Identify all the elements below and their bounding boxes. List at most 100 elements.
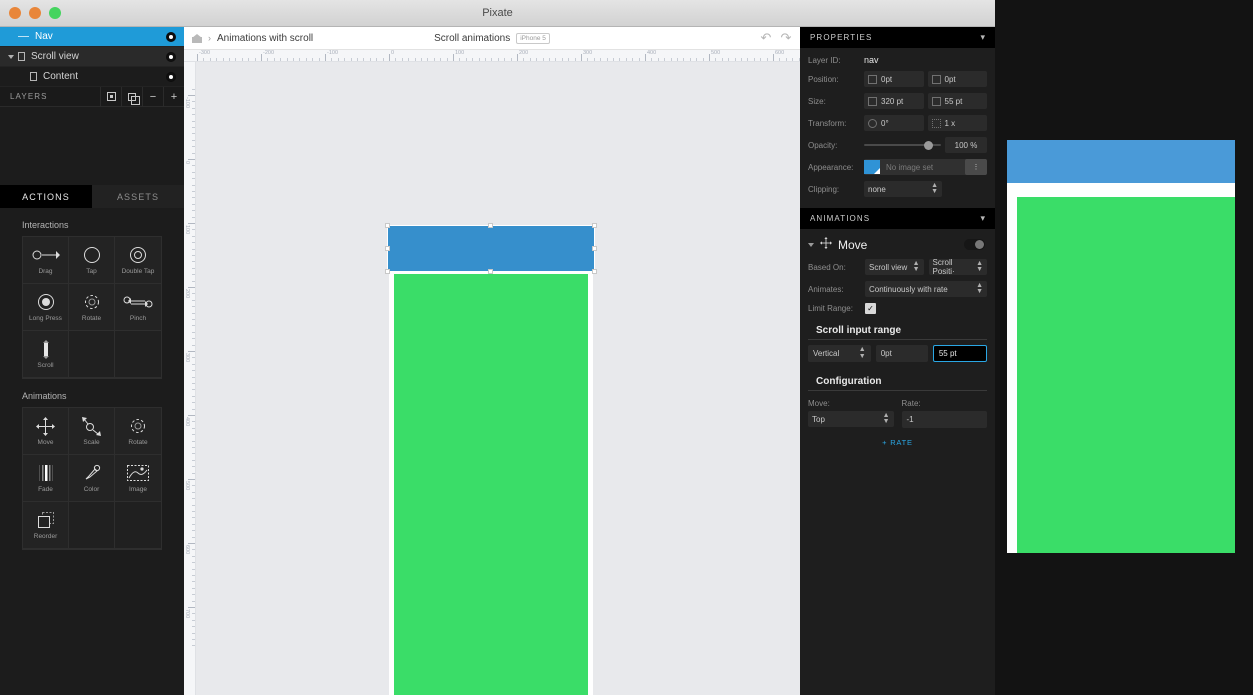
layer-row-scroll-view[interactable]: Scroll view [0,47,184,67]
opacity-slider[interactable] [864,137,941,153]
layer-visibility-toggle[interactable] [166,31,176,42]
ruler-tick [478,58,480,61]
ruler-tick [472,58,474,61]
position-x-field[interactable]: 0pt [864,71,924,87]
animations-header[interactable]: ANIMATIONS ▾ [800,208,995,229]
slider-knob[interactable] [924,140,933,150]
tab-assets[interactable]: ASSETS [92,185,184,208]
transform-scale-field[interactable]: 1 x [927,115,987,131]
redo-icon[interactable]: ↷ [778,30,794,46]
resize-handle-mr[interactable] [592,245,597,251]
animation-scale[interactable]: Scale [69,408,115,455]
layer-visibility-toggle[interactable] [166,51,176,62]
position-label: Position: [808,74,839,84]
interaction-long-press[interactable]: Long Press [23,284,69,331]
interaction-pinch[interactable]: Pinch [115,284,161,331]
add-layer-button[interactable]: + [163,86,184,107]
chevron-down-icon[interactable]: ▾ [980,213,985,224]
ruler-tick [241,58,243,61]
properties-header[interactable]: PROPERTIES ▾ [800,27,995,48]
move-config-label: Move: [808,399,830,408]
layer-row-content[interactable]: Content [0,67,184,87]
animations-title: ANIMATIONS [810,214,871,223]
move-icon [820,237,832,252]
ruler-tick [192,101,195,103]
resize-handle-br[interactable] [592,269,597,274]
resize-handle-ml[interactable] [385,245,390,251]
add-rate-button[interactable]: + RATE [800,431,995,454]
animation-color[interactable]: Color [69,455,115,502]
chevron-down-icon[interactable] [8,54,14,59]
animation-rotate[interactable]: Rotate [115,408,161,455]
resize-handle-bc[interactable] [488,269,493,274]
preview-panel [995,0,1253,695]
ruler-tick [248,58,250,61]
size-height-field[interactable]: 55 pt [927,93,987,109]
size-width-field[interactable]: 320 pt [864,93,924,109]
remove-layer-button[interactable]: − [142,86,163,107]
ruler-tick [192,498,195,500]
chevron-down-icon[interactable]: ▾ [980,32,985,43]
transform-row: Transform: 0° 1 x [800,112,995,134]
size-label: Size: [808,96,826,106]
nav-layer-rect-selected[interactable] [385,223,597,274]
animation-fade[interactable]: Fade [23,455,69,502]
resize-handle-tr[interactable] [592,223,597,228]
interaction-drag[interactable]: Drag [23,237,69,284]
range-to-field[interactable]: 55 pt [932,345,987,362]
animation-image[interactable]: Image [115,455,161,502]
canvas-stage[interactable] [196,62,800,695]
ruler-tick [192,216,195,218]
preview-content [1017,197,1235,553]
based-on-source-select[interactable]: Scroll view ▲ ▼ [865,259,924,275]
animation-move[interactable]: Move [23,408,69,455]
animation-reorder[interactable]: Reorder [23,502,69,549]
rate-field[interactable]: -1 [901,411,987,428]
interaction-label: Long Press [29,314,62,322]
interaction-rotate[interactable]: Rotate [69,284,115,331]
clipping-select[interactable]: none ▲ ▼ [864,181,942,197]
limit-range-checkbox[interactable]: ✓ [865,303,876,314]
layer-row-nav[interactable]: Nav [0,27,184,47]
ruler-tick [192,459,195,461]
animation-enabled-toggle[interactable] [964,239,985,250]
move-direction-select[interactable]: Top ▲ ▼ [808,411,894,427]
resize-handle-bl[interactable] [385,269,390,274]
layer-id-value[interactable]: nav [864,55,879,65]
tab-actions[interactable]: ACTIONS [0,185,92,208]
ruler-tick [192,581,195,583]
ruler-label: 400 [184,417,190,427]
layer-visibility-toggle[interactable] [166,71,176,82]
resize-handle-tl[interactable] [385,223,390,228]
interaction-tap[interactable]: Tap [69,237,115,284]
interaction-scroll[interactable]: Scroll [23,331,69,378]
duplicate-button[interactable] [121,86,142,107]
content-layer-rect[interactable] [394,274,588,695]
ruler-tick [192,575,195,576]
appearance-field[interactable]: No image set ⋮ [864,159,987,175]
undo-icon[interactable]: ↶ [758,30,774,46]
ruler-tick [792,58,794,61]
transform-scale-value: 1 x [944,118,956,128]
range-axis-select[interactable]: Vertical ▲ ▼ [808,345,871,362]
ruler-tick [638,58,640,61]
animates-select[interactable]: Continuously with rate ▲ ▼ [865,281,987,297]
resize-handle-tc[interactable] [488,223,493,228]
ruler-tick [728,58,730,61]
chevron-down-icon[interactable] [808,242,814,247]
ruler-tick [344,58,346,61]
interaction-double-tap[interactable]: Double Tap [115,237,161,284]
based-on-property-select[interactable]: Scroll Positi· ▲ ▼ [928,258,987,276]
color-swatch[interactable] [864,160,880,174]
position-y-field[interactable]: 0pt [927,71,987,87]
group-button[interactable] [100,86,121,107]
choose-image-button[interactable]: ⋮ [965,159,987,175]
range-from-field[interactable]: 0pt [875,345,928,362]
device-tag[interactable]: iPhone 5 [516,32,550,44]
group-icon [106,92,116,101]
opacity-label: Opacity: [808,140,838,150]
stepper-icon: ▲ ▼ [976,259,983,273]
transform-rotation-field[interactable]: 0° [864,115,924,131]
ruler-tick [209,58,211,61]
opacity-value[interactable]: 100 % [945,137,987,153]
